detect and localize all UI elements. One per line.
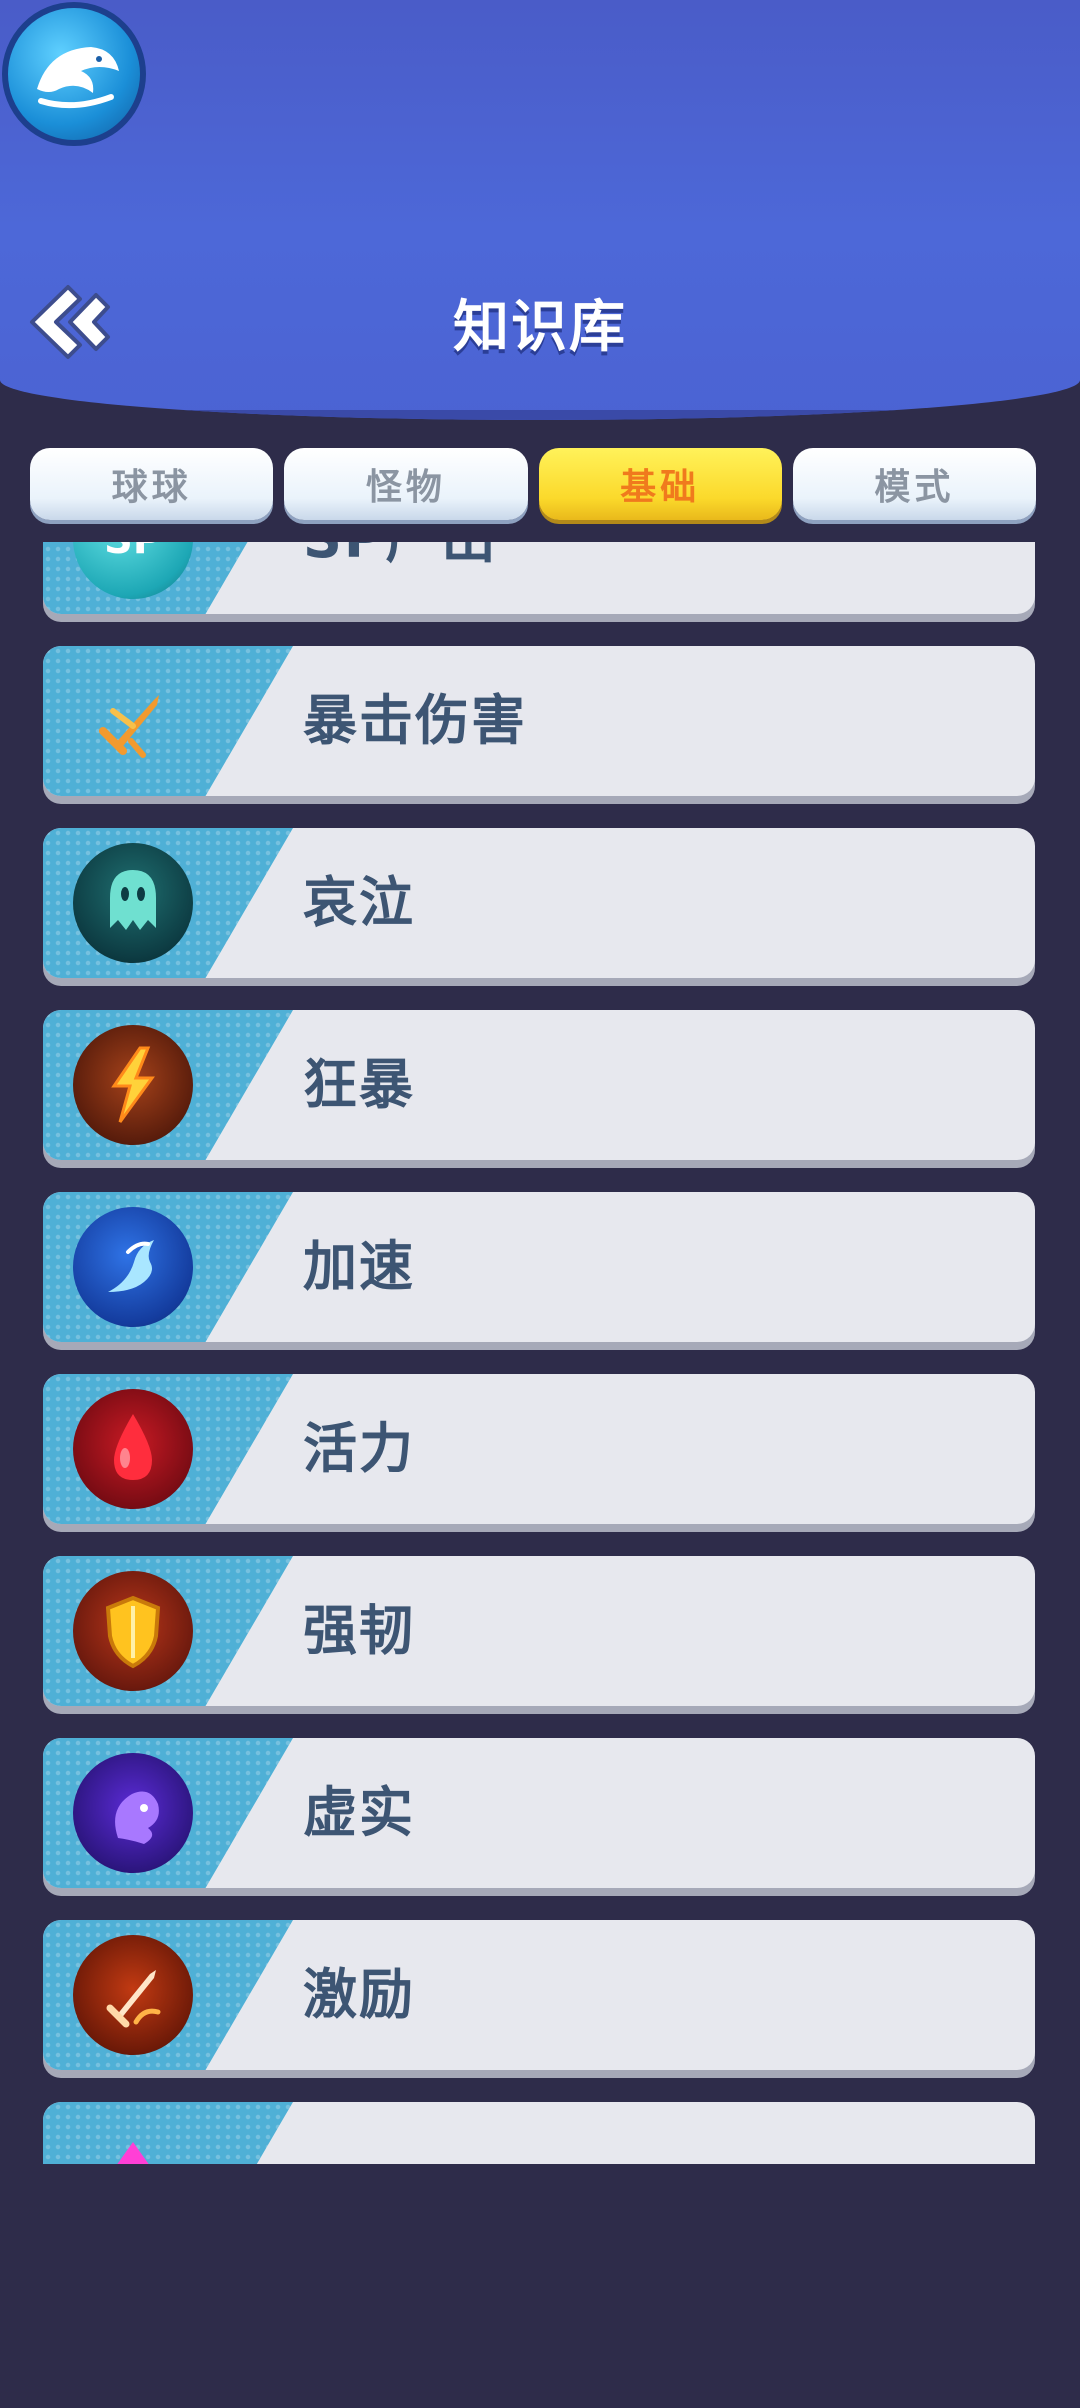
whale-logo-icon[interactable] — [2, 2, 146, 146]
list-item-vitality[interactable]: 活力 — [43, 1374, 1035, 1532]
ghost-icon — [73, 843, 193, 963]
item-label: 活力 — [303, 1417, 415, 1480]
crossed-swords-icon — [73, 661, 193, 781]
svg-text:SP: SP — [104, 542, 162, 563]
list-item-illusion[interactable]: 虚实 — [43, 1738, 1035, 1896]
phantom-icon — [73, 1753, 193, 1873]
item-label: 强韧 — [303, 1599, 415, 1662]
category-tabs: 球球 怪物 基础 模式 — [30, 448, 1036, 520]
list-item-sp-output[interactable]: SP SP产出 — [43, 542, 1035, 622]
item-label: 虚实 — [303, 1781, 415, 1844]
list-item-tenacity[interactable]: 强韧 — [43, 1556, 1035, 1714]
tab-basics[interactable]: 基础 — [538, 448, 782, 520]
list-item-wail[interactable]: 哀泣 — [43, 828, 1035, 986]
knowledge-list[interactable]: SP SP产出 暴击伤害 — [0, 542, 1080, 2164]
item-label: 哀泣 — [303, 871, 415, 934]
lightning-icon — [73, 1025, 193, 1145]
speed-swirl-icon — [73, 1207, 193, 1327]
list-item-partial[interactable] — [43, 2102, 1035, 2164]
tab-monsters[interactable]: 怪物 — [284, 448, 528, 520]
list-item-frenzy[interactable]: 狂暴 — [43, 1010, 1035, 1168]
knowledge-base-screen: 知识库 球球 怪物 基础 模式 SP SP产出 — [0, 0, 1080, 2408]
page-title: 知识库 — [453, 295, 627, 360]
item-label: 激励 — [303, 1963, 415, 2026]
burning-sword-icon — [73, 1935, 193, 2055]
item-label: SP产出 — [303, 542, 497, 614]
shield-icon — [73, 1571, 193, 1691]
blood-drop-icon — [73, 1389, 193, 1509]
list-item-crit-damage[interactable]: 暴击伤害 — [43, 646, 1035, 804]
header: 知识库 — [0, 0, 1080, 420]
tab-modes[interactable]: 模式 — [792, 448, 1036, 520]
list-item-inspire[interactable]: 激励 — [43, 1920, 1035, 2078]
tab-balls[interactable]: 球球 — [30, 448, 274, 520]
item-label: 狂暴 — [303, 1053, 415, 1116]
item-label: 加速 — [303, 1235, 415, 1298]
item-label: 暴击伤害 — [303, 689, 527, 752]
list-item-haste[interactable]: 加速 — [43, 1192, 1035, 1350]
